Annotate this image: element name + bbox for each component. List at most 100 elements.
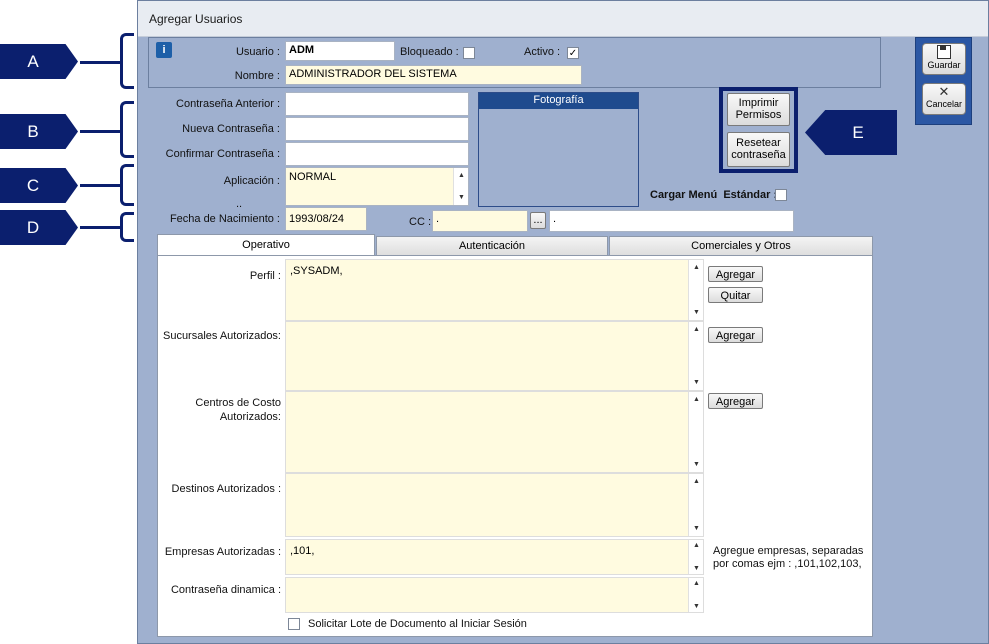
dinamica-scrollbar[interactable]: ▲ ▼: [688, 578, 703, 612]
fecha-nacimiento-value: 1993/08/24: [289, 213, 345, 225]
cc-description-value: .: [553, 213, 557, 225]
marker-b: B: [0, 114, 78, 149]
centros-label-line2: Autorizados:: [219, 411, 281, 423]
scroll-down-arrow-icon[interactable]: ▼: [689, 309, 703, 316]
sucursales-scrollbar[interactable]: ▲ ▼: [688, 322, 703, 390]
imprimir-permisos-label: Imprimir Permisos: [735, 97, 782, 121]
empresas-hint-line1: Agregue empresas, separadas: [713, 545, 864, 557]
scroll-up-arrow-icon[interactable]: ▲: [689, 580, 703, 587]
sucursales-list[interactable]: ▲ ▼: [285, 321, 704, 391]
empresas-hint-line2: por comas ejm : ,101,102,103,: [713, 558, 862, 570]
cc-description-input[interactable]: .: [549, 210, 794, 232]
scroll-up-arrow-icon[interactable]: ▲: [689, 478, 703, 485]
marker-d: D: [0, 210, 78, 245]
scroll-down-arrow-icon[interactable]: ▼: [689, 565, 703, 572]
cancelar-label: Cancelar: [925, 99, 963, 109]
tab-comerciales-label: Comerciales y Otros: [691, 240, 791, 252]
cc-label: CC :: [409, 216, 431, 228]
tab-content-operativo: Perfil : ,SYSADM, ▲ ▼ Agregar Quitar Suc…: [157, 255, 873, 637]
contrasena-dinamica-input[interactable]: ▲ ▼: [285, 577, 704, 613]
aplicacion-list[interactable]: NORMAL ▲ ▼: [285, 167, 469, 206]
cc-browse-button[interactable]: ...: [530, 212, 546, 229]
aplicacion-label: Aplicación :: [223, 175, 280, 187]
tab-operativo-label: Operativo: [242, 239, 290, 251]
resetear-contrasena-button[interactable]: Resetear contraseña: [727, 132, 790, 167]
guardar-button[interactable]: Guardar: [922, 43, 966, 75]
activo-label: Activo :: [524, 46, 561, 58]
nombre-input[interactable]: ADMINISTRADOR DEL SISTEMA: [285, 65, 582, 85]
scroll-up-arrow-icon[interactable]: ▲: [689, 542, 703, 549]
add-users-window: Agregar Usuarios i Usuario : ADM Bloquea…: [137, 0, 989, 644]
nueva-contrasena-input[interactable]: [285, 117, 469, 141]
scroll-down-arrow-icon[interactable]: ▼: [689, 379, 703, 386]
scroll-down-arrow-icon[interactable]: ▼: [689, 461, 703, 468]
perfil-list[interactable]: ,SYSADM, ▲ ▼: [285, 259, 704, 321]
empresas-scrollbar[interactable]: ▲ ▼: [688, 540, 703, 574]
sucursales-label: Sucursales Autorizados:: [162, 330, 281, 342]
scroll-down-arrow-icon[interactable]: ▼: [689, 603, 703, 610]
marker-d-line: [80, 226, 123, 229]
marker-b-bracket: [120, 101, 134, 158]
scroll-up-arrow-icon[interactable]: ▲: [689, 326, 703, 333]
marker-c-bracket: [120, 164, 134, 206]
imprimir-permisos-button[interactable]: Imprimir Permisos: [727, 93, 790, 126]
aplicacion-scrollbar[interactable]: ▲ ▼: [453, 168, 468, 205]
scroll-down-arrow-icon[interactable]: ▼: [454, 194, 468, 201]
nombre-value: ADMINISTRADOR DEL SISTEMA: [289, 68, 457, 80]
usuario-label: Usuario :: [235, 46, 280, 58]
tab-operativo[interactable]: Operativo: [157, 234, 375, 256]
destinos-scrollbar[interactable]: ▲ ▼: [688, 474, 703, 536]
centros-scrollbar[interactable]: ▲ ▼: [688, 392, 703, 472]
contrasena-anterior-label: Contraseña Anterior :: [176, 98, 280, 110]
scroll-up-arrow-icon[interactable]: ▲: [689, 264, 703, 271]
right-toolbar: Guardar ✕ Cancelar: [915, 37, 972, 125]
sucursales-agregar-button[interactable]: Agregar: [708, 327, 763, 343]
tab-autenticacion-label: Autenticación: [458, 240, 526, 252]
scroll-down-arrow-icon[interactable]: ▼: [689, 525, 703, 532]
cc-input[interactable]: .: [432, 210, 528, 232]
confirmar-contrasena-input[interactable]: [285, 142, 469, 166]
solicitar-lote-checkbox[interactable]: [288, 618, 300, 630]
fecha-nacimiento-input[interactable]: 1993/08/24: [285, 207, 367, 231]
perfil-quitar-button[interactable]: Quitar: [708, 287, 763, 303]
marker-a-line: [80, 61, 123, 64]
cargar-menu-label: Cargar Menú Estándar :: [650, 189, 778, 201]
nombre-label: Nombre :: [234, 70, 280, 82]
tab-autenticacion[interactable]: Autenticación: [376, 236, 608, 256]
perfil-scrollbar[interactable]: ▲ ▼: [688, 260, 703, 320]
scroll-up-arrow-icon[interactable]: ▲: [454, 172, 468, 179]
marker-a-bracket: [120, 33, 134, 89]
info-icon[interactable]: i: [156, 42, 172, 58]
contrasena-anterior-input[interactable]: [285, 92, 469, 116]
nueva-contrasena-label: Nueva Contraseña :: [182, 123, 280, 135]
marker-e-label: E: [852, 123, 864, 142]
agregar-label: Agregar: [715, 269, 756, 281]
marker-a: A: [0, 44, 78, 79]
window-title: Agregar Usuarios: [149, 12, 243, 26]
cancelar-button[interactable]: ✕ Cancelar: [922, 83, 966, 115]
marker-b-label: B: [27, 122, 39, 141]
empresas-input[interactable]: ,101, ▲ ▼: [285, 539, 704, 575]
tab-comerciales[interactable]: Comerciales y Otros: [609, 236, 873, 256]
centros-agregar-button[interactable]: Agregar: [708, 393, 763, 409]
bloqueado-checkbox[interactable]: [463, 47, 475, 59]
empresas-value: ,101,: [290, 545, 315, 557]
perfil-value: ,SYSADM,: [290, 265, 343, 277]
guardar-label: Guardar: [927, 60, 961, 70]
photo-title: Fotografía: [533, 94, 584, 106]
scroll-up-arrow-icon[interactable]: ▲: [689, 396, 703, 403]
resetear-contrasena-label: Resetear contraseña: [731, 137, 786, 161]
activo-checkbox[interactable]: ✓: [567, 47, 579, 59]
bloqueado-label: Bloqueado :: [400, 46, 459, 58]
cargar-menu-checkbox[interactable]: [775, 189, 787, 201]
centros-list[interactable]: ▲ ▼: [285, 391, 704, 473]
destinos-list[interactable]: ▲ ▼: [285, 473, 704, 537]
quitar-label: Quitar: [720, 290, 751, 302]
perfil-label: Perfil :: [249, 270, 281, 282]
usuario-input[interactable]: ADM: [285, 41, 395, 61]
marker-c-line: [80, 184, 123, 187]
perfil-agregar-button[interactable]: Agregar: [708, 266, 763, 282]
user-header-panel: i Usuario : ADM Bloqueado : Activo : ✓ N…: [148, 37, 881, 88]
marker-d-bracket: [120, 212, 134, 242]
activo-checkmark: ✓: [568, 48, 578, 59]
